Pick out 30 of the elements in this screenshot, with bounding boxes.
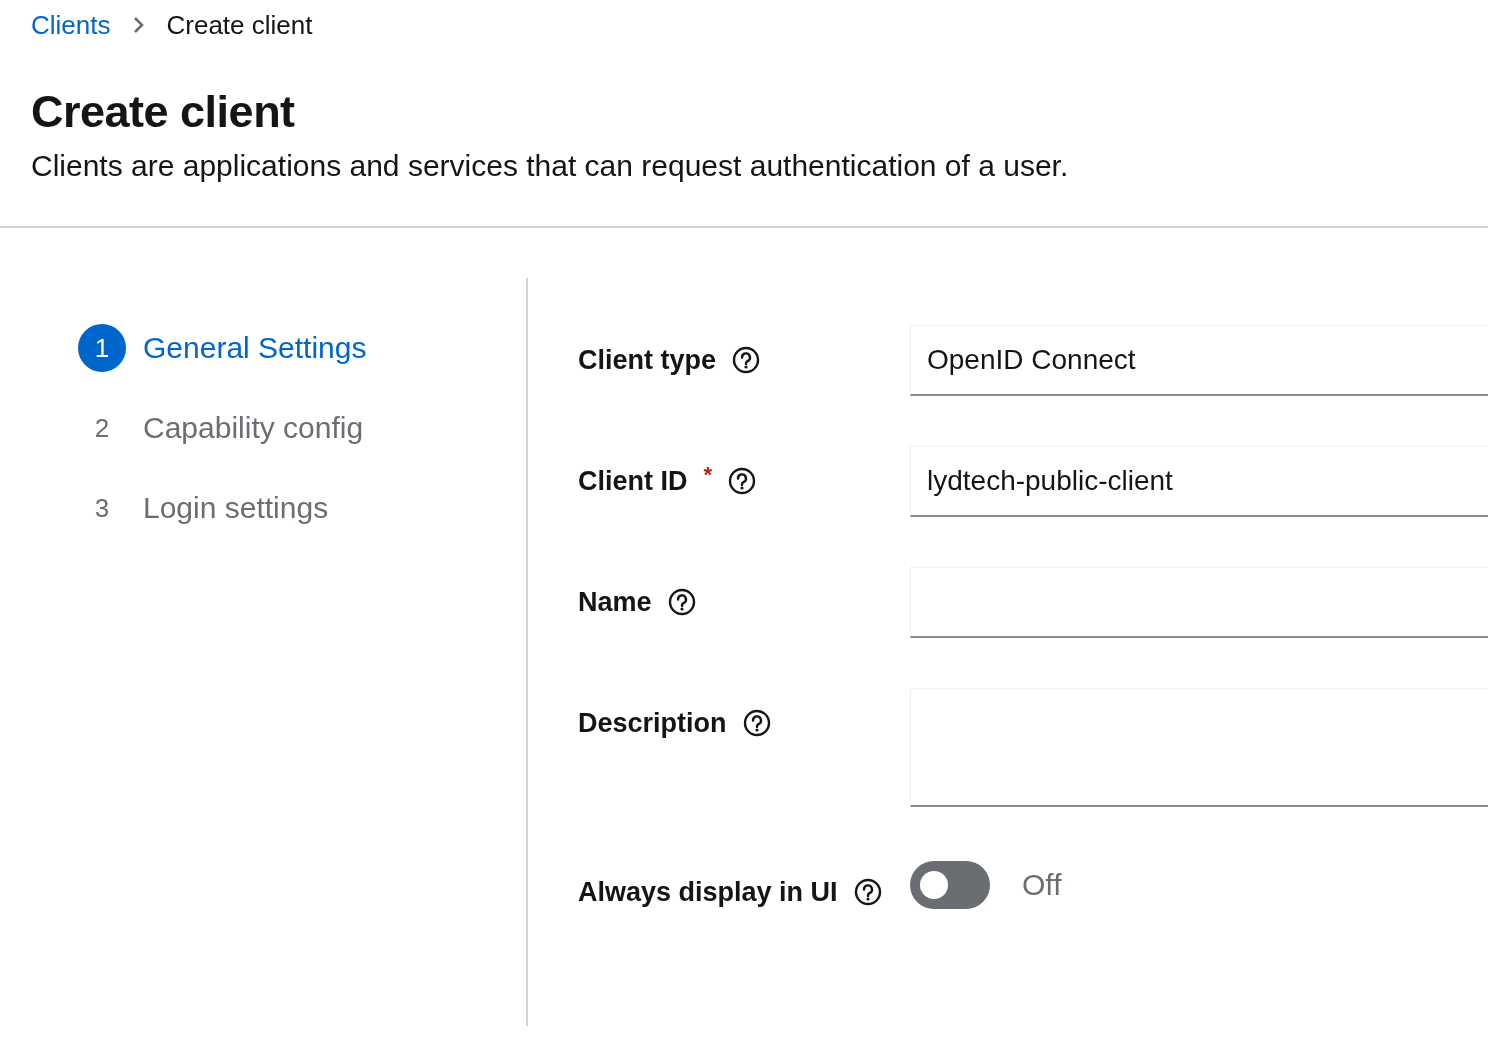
step-label: Login settings [143, 491, 329, 525]
field-label: Client type [578, 344, 717, 376]
field-label: Client ID [578, 465, 688, 497]
step-number: 2 [93, 411, 111, 445]
field-label: Description [578, 707, 727, 739]
input-field[interactable] [910, 567, 1488, 638]
help-icon[interactable] [732, 346, 761, 374]
switch-state-label: Off [1022, 868, 1062, 902]
required-mark: * [703, 462, 713, 488]
field-label: Name [578, 586, 652, 618]
toggle-switch[interactable] [910, 861, 990, 909]
wizard-step[interactable]: 1 General Settings [78, 324, 526, 372]
help-icon[interactable] [742, 709, 771, 737]
step-label: General Settings [143, 331, 367, 365]
input-field[interactable]: lydtech-public-client [910, 446, 1488, 517]
wizard-step[interactable]: 3 Login settings [78, 484, 526, 532]
chevron-right-icon [132, 16, 145, 34]
breadcrumb-current: Create client [166, 9, 313, 41]
help-icon[interactable] [728, 467, 757, 495]
step-label: Capability config [143, 411, 364, 445]
page-title: Create client [31, 85, 296, 139]
wizard-step[interactable]: 2 Capability config [78, 404, 526, 452]
page-description: Clients are applications and services that can request authentication of a user. [31, 148, 1070, 184]
field-label: Always display in UI [578, 876, 838, 908]
step-number-circle: 1 [78, 324, 126, 372]
help-icon[interactable] [853, 878, 882, 906]
input-field[interactable]: OpenID Connect [910, 325, 1488, 396]
breadcrumb-link[interactable]: Clients [31, 9, 111, 41]
help-icon[interactable] [667, 588, 696, 616]
step-number: 3 [93, 491, 111, 525]
